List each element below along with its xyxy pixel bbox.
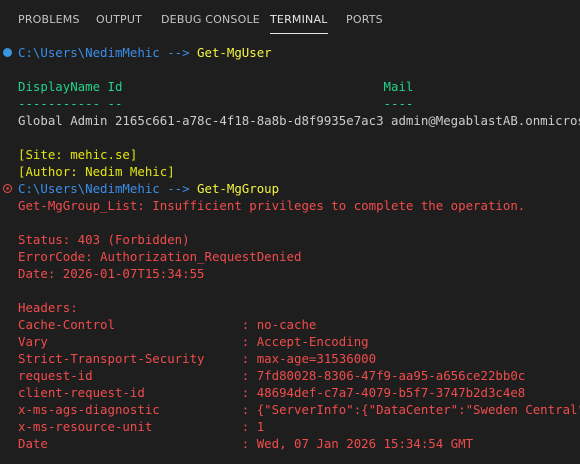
prompt-line-1: C:\Users\NedimMehic --> Get-MgUser	[18, 44, 272, 61]
tab-problems[interactable]: PROBLEMS	[18, 13, 80, 27]
tab-ports[interactable]: PORTS	[346, 13, 383, 27]
header-row: Cache-Control : no-cache	[18, 317, 317, 332]
site-line: [Site: mehic.se]	[18, 147, 138, 162]
header-row: Date : Wed, 07 Jan 2026 15:34:54 GMT	[18, 436, 474, 451]
prompt-command-2: Get-MgGroup	[197, 181, 280, 196]
prompt-path: C:\Users\NedimMehic -->	[18, 45, 190, 60]
command-error-icon[interactable]	[3, 184, 12, 193]
author-line: [Author: Nedim Mehic]	[18, 164, 175, 179]
panel-tab-bar: PROBLEMS OUTPUT DEBUG CONSOLE TERMINAL P…	[0, 0, 580, 40]
header-row: Strict-Transport-Security : max-age=3153…	[18, 351, 377, 366]
tab-problems-label: PROBLEMS	[18, 13, 80, 26]
prompt-path-2: C:\Users\NedimMehic -->	[18, 181, 190, 196]
tab-output[interactable]: OUTPUT	[96, 13, 142, 27]
active-tab-indicator	[270, 33, 328, 34]
header-row: x-ms-ags-diagnostic : {"ServerInfo":{"Da…	[18, 402, 580, 417]
error-date: Date: 2026-01-07T15:34:55	[18, 266, 205, 281]
command-success-icon[interactable]	[3, 48, 12, 57]
prompt-line-2: C:\Users\NedimMehic --> Get-MgGroup	[18, 180, 279, 197]
tab-terminal[interactable]: TERMINAL	[270, 13, 328, 34]
table-separator: ----------- -- ----	[18, 96, 414, 111]
error-status: Status: 403 (Forbidden)	[18, 232, 190, 247]
header-row: Vary : Accept-Encoding	[18, 334, 369, 349]
tab-terminal-label: TERMINAL	[270, 13, 328, 26]
table-row: Global Admin 2165c661-a78c-4f18-8a8b-d8f…	[18, 113, 580, 128]
terminal-output[interactable]: C:\Users\NedimMehic --> Get-MgUser Displ…	[0, 40, 580, 464]
header-row: request-id : 7fd80028-8306-47f9-aa95-a65…	[18, 368, 526, 383]
error-message: Get-MgGroup_List: Insufficient privilege…	[18, 198, 526, 213]
header-row: client-request-id : 48694def-c7a7-4079-b…	[18, 385, 526, 400]
error-code: ErrorCode: Authorization_RequestDenied	[18, 249, 302, 264]
header-row: x-ms-resource-unit : 1	[18, 419, 265, 434]
headers-title: Headers:	[18, 300, 78, 315]
terminal-panel: PROBLEMS OUTPUT DEBUG CONSOLE TERMINAL P…	[0, 0, 580, 464]
tab-ports-label: PORTS	[346, 13, 383, 26]
prompt-command: Get-MgUser	[197, 45, 272, 60]
tab-debug-console[interactable]: DEBUG CONSOLE	[161, 13, 260, 27]
table-header: DisplayName Id Mail	[18, 79, 414, 94]
tab-debug-console-label: DEBUG CONSOLE	[161, 13, 260, 26]
tab-output-label: OUTPUT	[96, 13, 143, 26]
